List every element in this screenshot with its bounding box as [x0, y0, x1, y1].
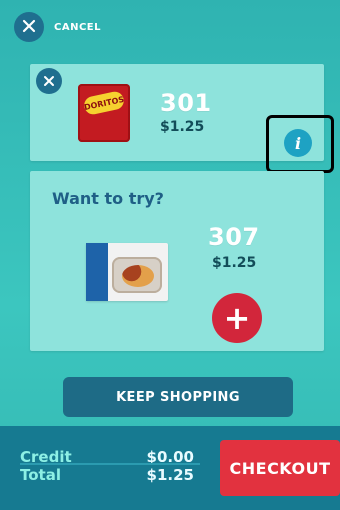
add-suggestion-button[interactable]: + — [212, 293, 262, 343]
cart-item-card: DORITOS 301 $1.25 i — [30, 64, 334, 173]
suggestion-card: Want to try? 307 $1.25 + — [30, 171, 324, 351]
info-icon[interactable]: i — [284, 129, 312, 157]
suggestion-title: Want to try? — [52, 189, 164, 208]
total-value: $1.25 — [146, 466, 194, 484]
checkout-footer: Credit $0.00 Total $1.25 CHECKOUT — [0, 426, 340, 510]
item-code: 301 — [160, 89, 212, 117]
keep-shopping-button[interactable]: KEEP SHOPPING — [63, 377, 293, 417]
item-price: $1.25 — [160, 119, 205, 135]
brand-stripe — [86, 243, 108, 301]
plus-icon: + — [223, 299, 251, 337]
close-icon — [22, 18, 36, 37]
cancel-label[interactable]: CANCEL — [54, 22, 101, 33]
product-image: DORITOS — [78, 84, 130, 142]
cancel-button[interactable] — [14, 12, 44, 42]
checkout-button[interactable]: CHECKOUT — [220, 440, 340, 496]
top-bar: CANCEL — [14, 12, 101, 42]
product-brand-logo: DORITOS — [82, 90, 126, 116]
summary-divider — [20, 463, 200, 465]
suggestion-price: $1.25 — [212, 255, 257, 271]
remove-item-button[interactable] — [36, 68, 62, 94]
suggestion-code: 307 — [208, 223, 260, 251]
close-icon — [43, 72, 55, 91]
food-image — [122, 265, 154, 287]
product-image — [86, 243, 168, 301]
total-label: Total — [20, 466, 61, 484]
